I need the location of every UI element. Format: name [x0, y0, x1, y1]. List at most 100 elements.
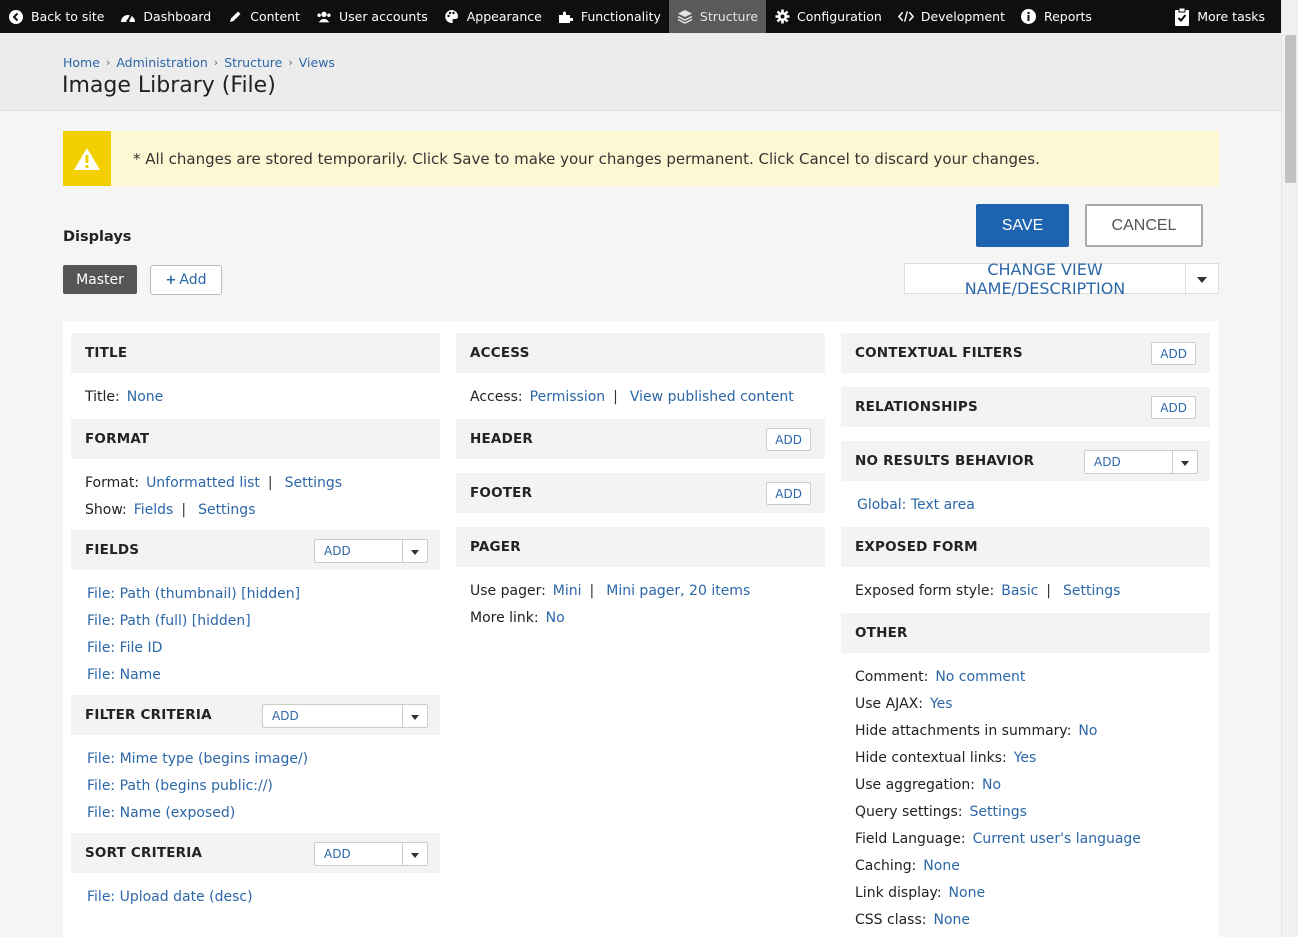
admin-toolbar: Back to site Dashboard Content User acco…: [0, 0, 1281, 33]
info-icon: [1021, 9, 1037, 25]
other-value-link[interactable]: Yes: [1014, 750, 1037, 766]
toolbar-label: More tasks: [1197, 9, 1265, 24]
toolbar-structure[interactable]: Structure: [668, 0, 767, 33]
dashboard-icon: [120, 9, 136, 25]
page-title: Image Library (File): [62, 73, 276, 98]
section-filter-criteria: FILTER CRITERIA ADD File: Mime type (beg…: [71, 695, 440, 833]
displays-label: Displays: [63, 229, 132, 245]
field-item[interactable]: File: Path (full) [hidden]: [87, 613, 251, 629]
section-heading: NO RESULTS BEHAVIOR: [855, 453, 1035, 469]
no-results-add-button[interactable]: ADD: [1085, 451, 1172, 473]
section-heading: FIELDS: [85, 542, 140, 558]
footer-add-button[interactable]: ADD: [766, 482, 811, 505]
relationships-add-button[interactable]: ADD: [1151, 396, 1196, 419]
no-results-item[interactable]: Global: Text area: [857, 497, 975, 513]
access-permission-link[interactable]: Permission: [530, 389, 606, 405]
sort-item[interactable]: File: Upload date (desc): [87, 889, 253, 905]
access-value-link[interactable]: View published content: [630, 389, 794, 405]
field-item[interactable]: File: Path (thumbnail) [hidden]: [87, 586, 300, 602]
exposed-form-style-link[interactable]: Basic: [1001, 583, 1038, 599]
section-heading: RELATIONSHIPS: [855, 399, 978, 415]
change-view-dropbutton: CHANGE VIEW NAME/DESCRIPTION: [904, 260, 1219, 298]
scrollbar-thumb[interactable]: [1285, 35, 1296, 183]
sort-add-button[interactable]: ADD: [315, 843, 402, 865]
dropdown-toggle[interactable]: [402, 540, 427, 562]
save-button[interactable]: SAVE: [976, 204, 1069, 247]
other-value-link[interactable]: None: [933, 912, 970, 928]
format-settings-link[interactable]: Settings: [285, 475, 342, 491]
other-label: Link display:: [855, 885, 942, 901]
other-value-link[interactable]: No comment: [935, 669, 1025, 685]
show-value-link[interactable]: Fields: [134, 502, 174, 518]
section-heading: FILTER CRITERIA: [85, 707, 212, 723]
chevron-right-icon: ›: [213, 56, 219, 69]
other-value-link[interactable]: Yes: [930, 696, 953, 712]
toolbar-more-tasks[interactable]: More tasks: [1166, 0, 1281, 33]
vertical-scrollbar[interactable]: [1281, 0, 1298, 937]
exposed-form-settings-link[interactable]: Settings: [1063, 583, 1120, 599]
toolbar-user-accounts[interactable]: User accounts: [308, 0, 436, 33]
more-link-label: More link:: [470, 610, 539, 626]
no-results-add-dropbutton: ADD: [1084, 450, 1198, 474]
breadcrumb-administration[interactable]: Administration: [116, 55, 207, 70]
display-tab-master[interactable]: Master: [63, 265, 137, 294]
dropdown-toggle[interactable]: [402, 843, 427, 865]
toolbar-content[interactable]: Content: [219, 0, 308, 33]
filter-item[interactable]: File: Mime type (begins image/): [87, 751, 308, 767]
column-middle: ACCESS Access: Permission | View published …: [456, 333, 825, 642]
fields-add-button[interactable]: ADD: [315, 540, 402, 562]
toolbar-label: Structure: [699, 9, 759, 24]
other-value-link[interactable]: No: [982, 777, 1001, 793]
dropdown-toggle[interactable]: [1172, 451, 1197, 473]
other-value-link[interactable]: No: [1078, 723, 1097, 739]
other-value-link[interactable]: None: [949, 885, 986, 901]
toolbar-appearance[interactable]: Appearance: [436, 0, 550, 33]
other-label: Hide contextual links:: [855, 750, 1007, 766]
breadcrumb-structure[interactable]: Structure: [224, 55, 282, 70]
format-value-link[interactable]: Unformatted list: [146, 475, 260, 491]
toolbar-development[interactable]: Development: [890, 0, 1013, 33]
field-item[interactable]: File: File ID: [87, 640, 162, 656]
other-value-link[interactable]: Settings: [970, 804, 1027, 820]
sort-add-dropbutton: ADD: [314, 842, 428, 866]
filter-item[interactable]: File: Path (begins public://): [87, 778, 273, 794]
breadcrumb-views[interactable]: Views: [299, 55, 335, 70]
filter-item[interactable]: File: Name (exposed): [87, 805, 235, 821]
show-settings-link[interactable]: Settings: [198, 502, 255, 518]
add-display-button[interactable]: + Add: [150, 265, 222, 295]
change-view-name-button[interactable]: CHANGE VIEW NAME/DESCRIPTION: [905, 260, 1185, 298]
toolbar-functionality[interactable]: Functionality: [550, 0, 669, 33]
toolbar-dashboard[interactable]: Dashboard: [112, 0, 219, 33]
fields-add-dropbutton: ADD: [314, 539, 428, 563]
section-fields: FIELDS ADD File: Path (thumbnail) [hidde…: [71, 530, 440, 695]
back-circle-icon: [8, 9, 24, 25]
dropdown-toggle[interactable]: [1185, 264, 1218, 293]
section-heading: TITLE: [85, 345, 128, 361]
section-heading: OTHER: [855, 625, 908, 641]
title-value-link[interactable]: None: [127, 389, 164, 405]
field-item[interactable]: File: Name: [87, 667, 161, 683]
contextual-add-button[interactable]: ADD: [1151, 342, 1196, 365]
other-value-link[interactable]: None: [923, 858, 960, 874]
section-heading: PAGER: [470, 539, 521, 555]
chevron-right-icon: ›: [288, 56, 293, 69]
pager-type-link[interactable]: Mini: [553, 583, 582, 599]
filter-add-button[interactable]: ADD: [263, 705, 402, 727]
toolbar-label: Dashboard: [143, 9, 212, 24]
other-label: Use AJAX:: [855, 696, 923, 712]
pager-settings-link[interactable]: Mini pager, 20 items: [606, 583, 750, 599]
header-add-button[interactable]: ADD: [766, 428, 811, 451]
section-heading: HEADER: [470, 431, 533, 447]
section-other: OTHER Comment: No comment Use AJAX: Yes Hi…: [841, 613, 1210, 937]
caret-down-icon: [1197, 271, 1207, 287]
more-link-value[interactable]: No: [546, 610, 565, 626]
toolbar-back-to-site[interactable]: Back to site: [0, 0, 112, 33]
breadcrumb-home[interactable]: Home: [63, 55, 100, 70]
toolbar-configuration[interactable]: Configuration: [766, 0, 890, 33]
toolbar-reports[interactable]: Reports: [1013, 0, 1100, 33]
toolbar-label: Functionality: [580, 9, 661, 24]
plus-icon: +: [165, 272, 177, 288]
other-value-link[interactable]: Current user's language: [973, 831, 1141, 847]
cancel-button[interactable]: CANCEL: [1085, 204, 1203, 247]
dropdown-toggle[interactable]: [402, 705, 427, 727]
